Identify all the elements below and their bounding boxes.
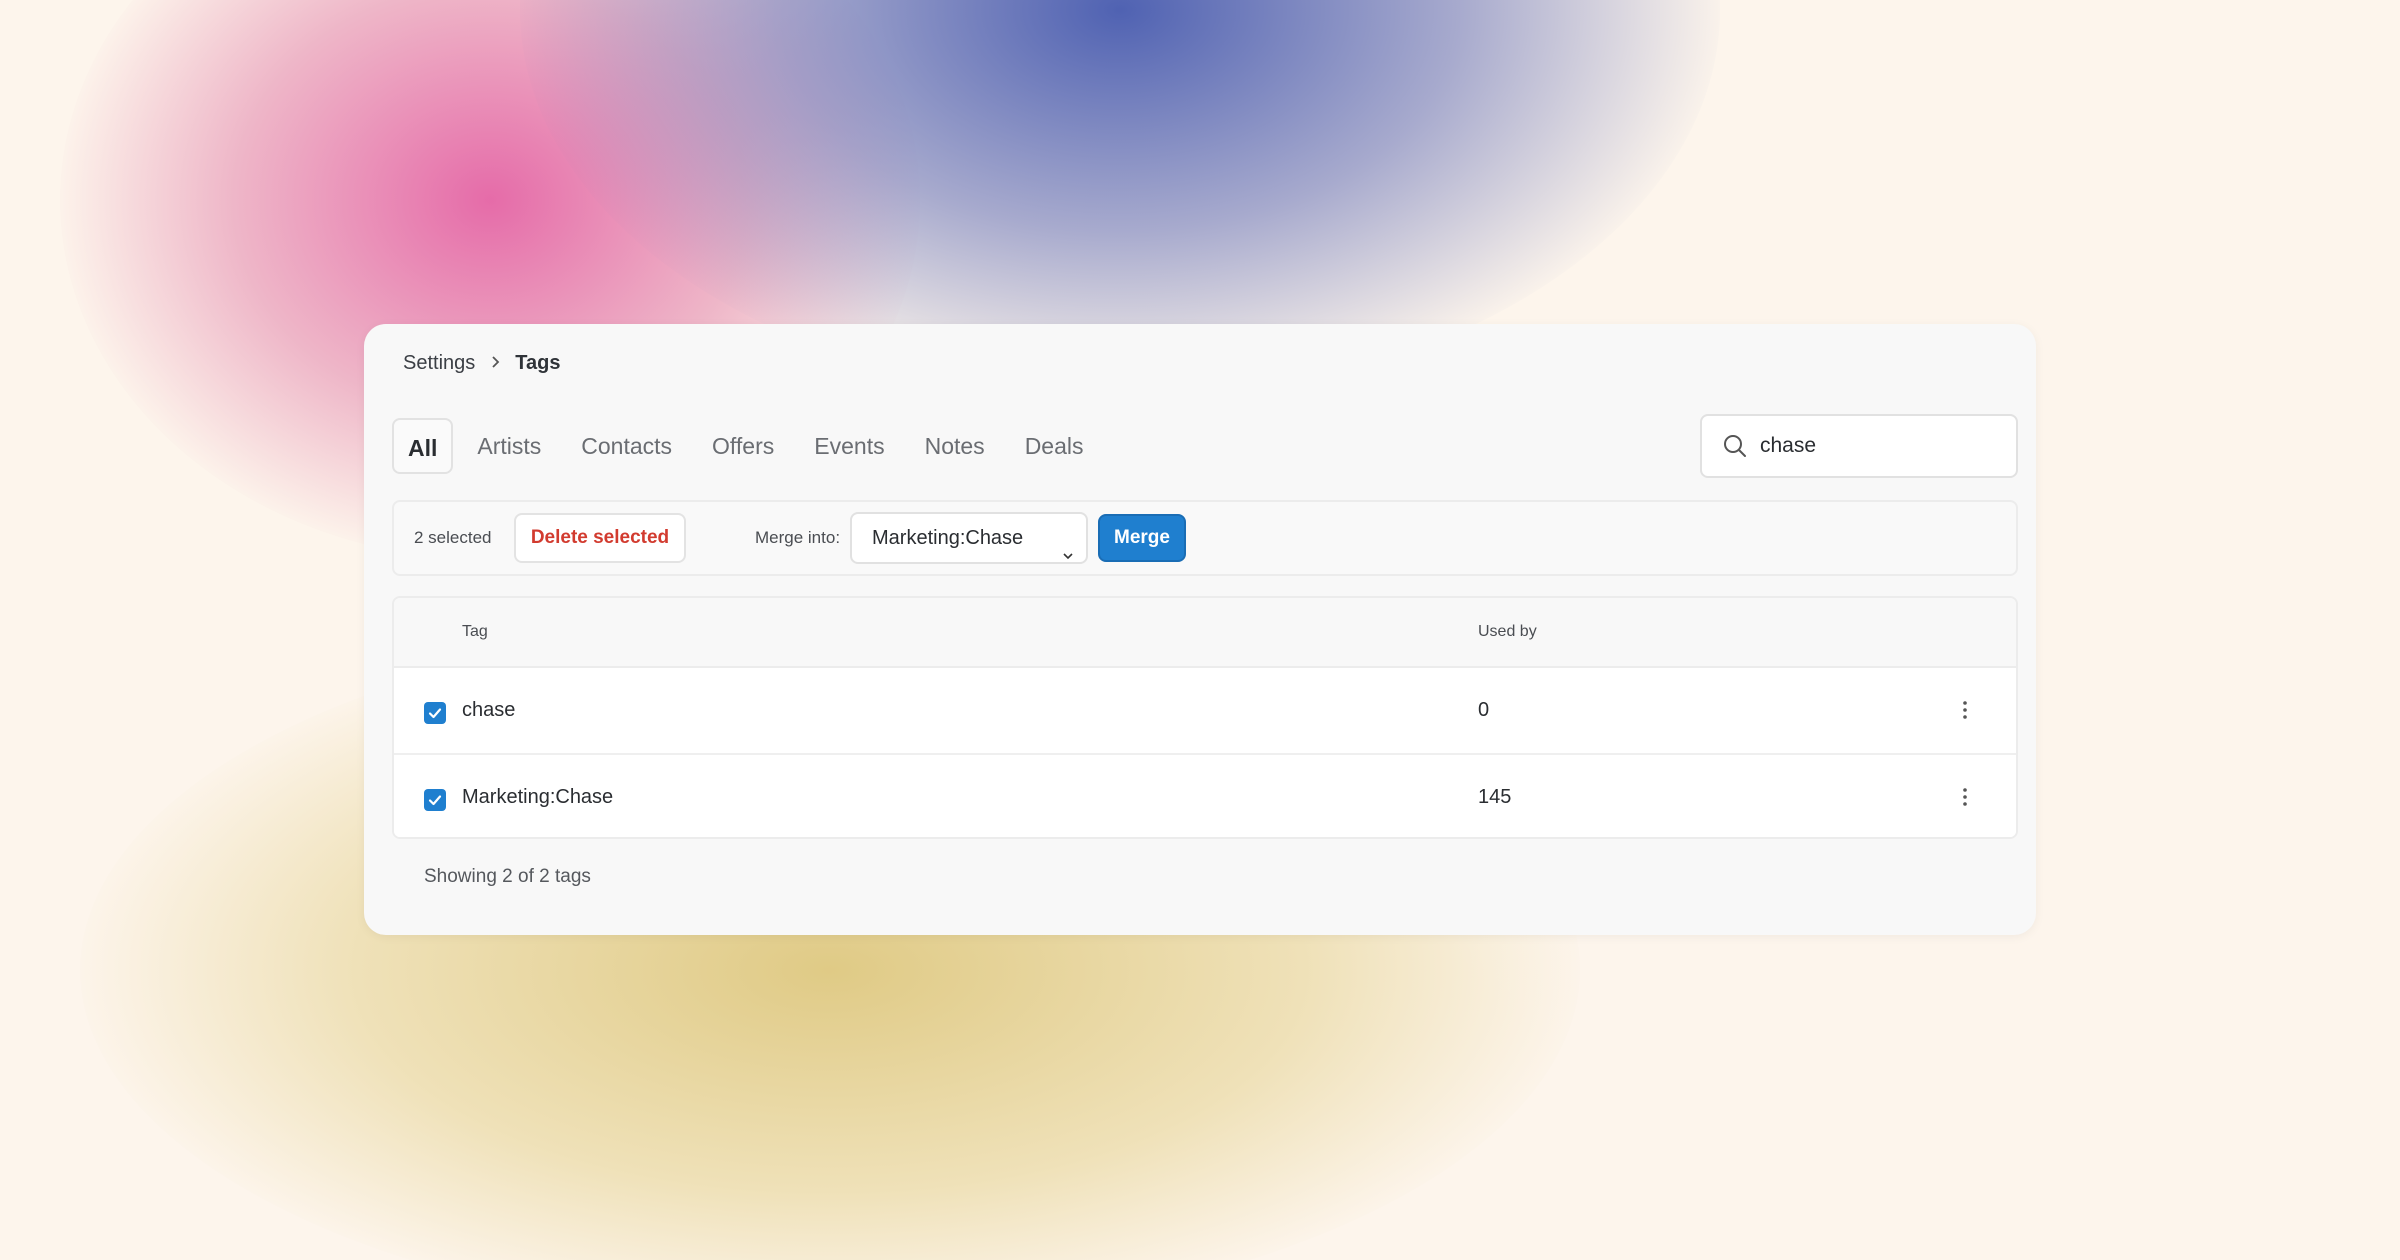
tab-offers[interactable]: Offers (696, 418, 790, 474)
breadcrumb-settings[interactable]: Settings (403, 352, 475, 375)
tab-events[interactable]: Events (798, 418, 900, 474)
used-by-count: 0 (1478, 699, 1490, 721)
merge-into-label: Merge into: (755, 528, 841, 547)
table-header: Tag Used by (394, 598, 2016, 668)
more-options-icon[interactable] (1960, 785, 1970, 809)
merge-button[interactable]: Merge (1098, 514, 1186, 562)
tab-notes[interactable]: Notes (909, 418, 1001, 474)
row-checkbox[interactable] (424, 789, 446, 811)
results-summary: Showing 2 of 2 tags (424, 866, 591, 887)
bulk-action-bar: 2 selected Delete selected Merge into: M… (392, 500, 2018, 576)
merge-target-value: Marketing:Chase (872, 527, 1024, 549)
table-row[interactable]: Marketing:Chase 145 (394, 755, 2016, 837)
tab-all[interactable]: All (392, 418, 454, 474)
chevron-right-icon (489, 353, 501, 374)
search-value: chase (1760, 434, 1817, 457)
row-checkbox[interactable] (424, 702, 446, 724)
tags-table: Tag Used by chase 0 Marketing:Chase 145 (392, 596, 2018, 839)
table-row[interactable]: chase 0 (394, 668, 2016, 755)
breadcrumb: Settings Tags (403, 352, 560, 375)
search-icon (1722, 433, 1748, 459)
merge-target-select[interactable]: Marketing:Chase (850, 512, 1088, 564)
used-by-count: 145 (1478, 786, 1512, 808)
search-input[interactable]: chase (1700, 414, 2018, 478)
column-header-tag[interactable]: Tag (462, 598, 488, 666)
tab-contacts[interactable]: Contacts (565, 418, 688, 474)
selected-count: 2 selected (414, 528, 492, 547)
tab-artists[interactable]: Artists (461, 418, 557, 474)
tag-name: chase (462, 699, 516, 721)
tags-settings-panel: Settings Tags All Artists Contacts Offer… (364, 324, 2036, 935)
tab-deals[interactable]: Deals (1009, 418, 1100, 474)
column-header-used-by[interactable]: Used by (1478, 598, 1537, 666)
chevron-down-icon (1062, 532, 1074, 560)
more-options-icon[interactable] (1960, 698, 1970, 722)
tag-category-tabs: All Artists Contacts Offers Events Notes… (392, 418, 1108, 474)
delete-selected-button[interactable]: Delete selected (514, 513, 686, 563)
breadcrumb-tags: Tags (515, 352, 561, 374)
tag-name: Marketing:Chase (462, 786, 614, 808)
